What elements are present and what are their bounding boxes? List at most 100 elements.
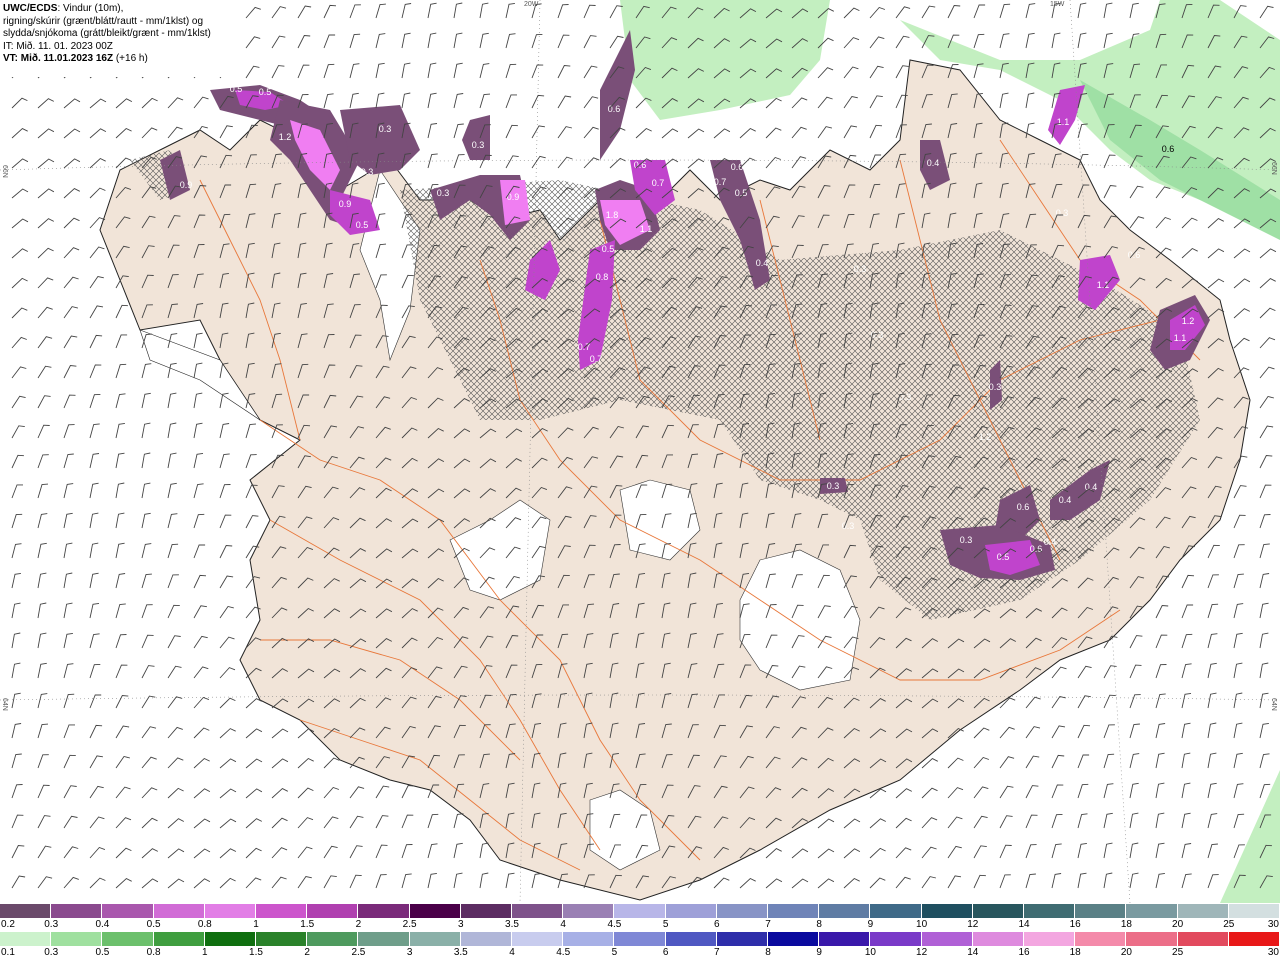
legend-label: 18 [1069,947,1081,958]
precip-label: 1.1 [1174,333,1187,343]
legend-swatch [1024,932,1076,946]
precip-label: 0.5 [602,244,615,254]
legend-label: 3 [406,947,413,958]
legend-label: 16 [1018,947,1030,958]
legend-swatch [153,904,205,918]
precip-label: 1.1 [640,224,653,234]
legend-swatch [1228,904,1280,918]
precip-label: 0.6 [1030,544,1043,554]
legend-swatch [204,932,257,946]
legend-label: 0.5 [146,919,161,930]
precip-label: 0.3 [842,521,855,531]
legend-swatch [153,932,205,946]
weather-map: 0.5 0.5 0.4 1.2 0.3 0.3 0.9 0.3 0.9 0.5 … [0,0,1280,903]
legend-label: 1.5 [249,947,263,958]
legend-swatch [409,932,461,946]
grid-label-64n-left: 64N [1,698,8,711]
legend-label: 0.3 [44,947,59,958]
precip-label: 0.6 [1128,250,1141,260]
legend-swatch [819,904,871,918]
legend-swatch [921,932,973,946]
legend-label: 2.5 [351,947,366,958]
precip-label: 0.3 [854,264,867,274]
legend-rain-labels: 0.1 0.3 0.5 0.8 1 1.5 2 2.5 3 3.5 4 4.5 5 6 7 8 9 10 12 14 1… [0,947,1280,959]
legend-snow-colorbar [0,904,1280,918]
grid-label-20w: 20W [524,1,539,8]
precip-label: 0.3 [989,382,1002,392]
precip-label: 0.9 [339,199,352,209]
legend-swatch [409,904,461,918]
legend-label: 4 [560,919,566,930]
legend-label: 1 [202,947,208,958]
grid-label-66n-right: 66N [1270,162,1277,175]
legend-swatch [460,932,513,946]
legend-swatch [972,932,1025,946]
legend-label: 3 [458,919,464,930]
legend-swatch [665,904,717,918]
legend-label: 1 [253,919,259,930]
precip-label: 0.7 [714,177,727,187]
legend-swatch [358,904,410,918]
grid-label-66n-left: 66N [1,165,8,178]
precip-label: 0.4 [927,158,940,168]
legend-swatch [0,932,52,946]
legend-label: 0.5 [95,947,110,958]
legend-label: 2 [304,947,310,958]
grid-label-64n-right: 64N [1270,698,1277,711]
precip-label: 0.3 [361,167,374,177]
legend-swatch [256,932,308,946]
precip-label: 1.1 [1097,280,1110,290]
legend-label: 4.5 [607,919,622,930]
legend-label: 12 [967,919,979,930]
legend-swatch [870,904,922,918]
legend-swatch [563,904,615,918]
legend-swatch [819,932,871,946]
legend-label: 2 [355,919,362,930]
legend-swatch [1075,904,1127,918]
precip-label: 0.3 [827,481,840,491]
valid-offset: (+16 h) [113,53,148,64]
legend-swatch [768,904,820,918]
precip-label: 0.3 [960,535,973,545]
legend-label: 10 [916,919,928,930]
legend-label: 14 [967,947,979,958]
precip-label: 0.6 [1162,144,1175,154]
legend-swatch [665,932,717,946]
legend-label: 18 [1120,919,1132,930]
legend-swatch [204,904,257,918]
precip-label: 1.1 [1057,117,1070,127]
legend-swatch [1126,904,1178,918]
legend-label: 1.5 [300,919,315,930]
header-line3: slydda/snjókoma (grátt/bleikt/grænt - mm… [3,28,211,39]
legend-swatch [0,904,52,918]
legend-label: 5 [662,919,669,930]
legend-swatch [614,932,666,946]
legend-label: 9 [867,919,874,930]
legend-label: 0.2 [1,919,15,930]
legend-label: 8 [816,919,822,930]
legend-label: 30 [1267,947,1279,958]
legend-swatch [1177,904,1229,918]
legend-swatch [870,932,922,946]
legend-swatch [512,932,564,946]
legend-swatch [1126,932,1178,946]
header-line2: rigning/skúrir (grænt/blátt/rautt - mm/1… [3,15,204,27]
legend-label: 0.8 [197,919,212,930]
legend-swatch [972,904,1025,918]
precip-label: 0.4 [756,258,769,268]
precip-label: 1.2 [979,432,992,442]
legend-label: 25 [1223,919,1235,930]
legend-swatch [563,932,615,946]
precip-label: 0.3 [379,124,392,134]
legend-swatch [1228,932,1280,946]
precip-label: 0.5 [356,220,369,230]
precip-label: 0.5 [997,552,1010,562]
legend-label: 9 [816,947,822,958]
init-time: IT: Mið. 11. 01. 2023 00Z [3,40,113,52]
legend-swatch [1177,932,1229,946]
legend-label: 7 [714,947,720,958]
legend-label: 4 [509,947,515,958]
legend-label: 25 [1172,947,1184,958]
legend-swatch [716,904,769,918]
legend-label: 8 [765,947,771,958]
